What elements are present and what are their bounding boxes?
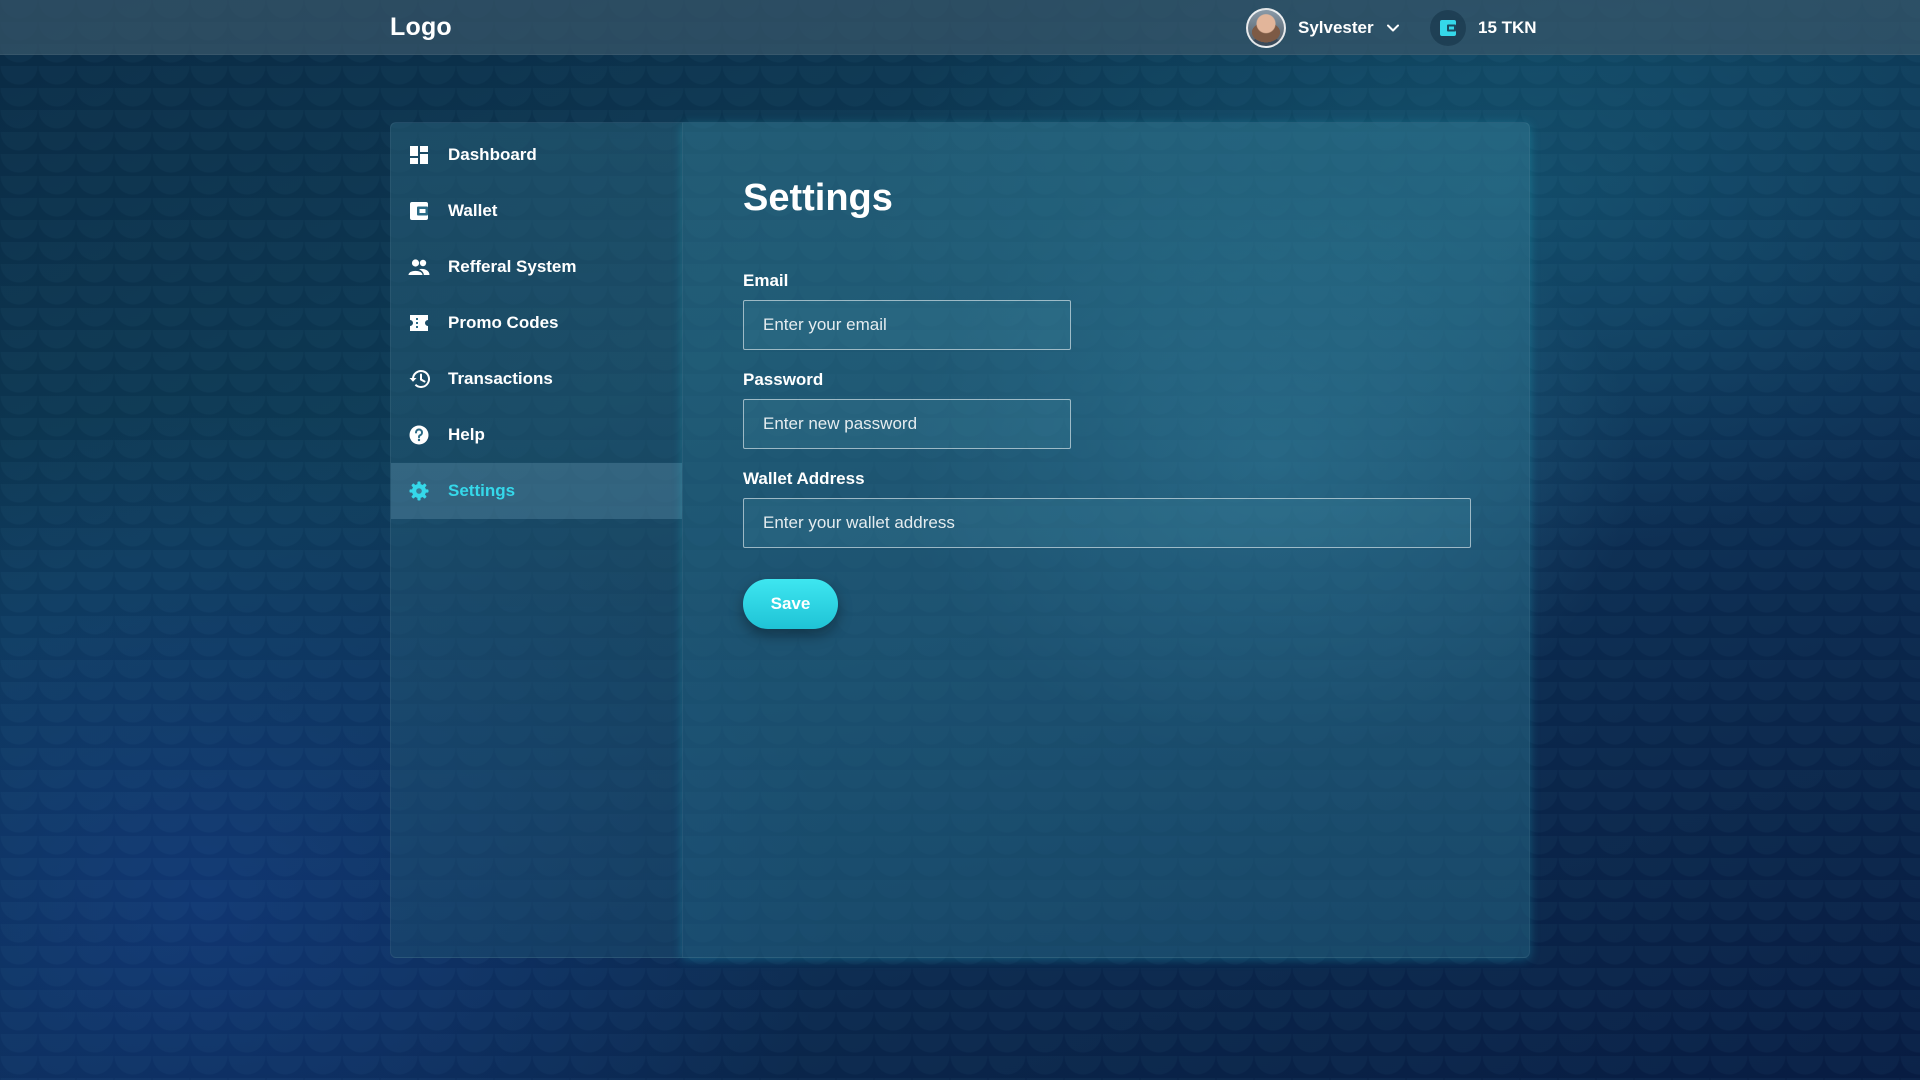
sidebar-item-referral-system[interactable]: Refferal System — [391, 239, 682, 295]
password-field[interactable] — [743, 399, 1071, 449]
sidebar-item-label: Transactions — [448, 369, 553, 388]
sidebar-item-label: Dashboard — [448, 145, 537, 164]
user-menu[interactable]: Sylvester — [1246, 7, 1400, 48]
user-avatar — [1246, 7, 1286, 48]
wallet-address-field[interactable] — [743, 498, 1471, 548]
gear-icon — [408, 480, 430, 502]
sidebar-item-label: Help — [448, 425, 485, 444]
ticket-icon — [408, 312, 430, 334]
sidebar-item-promo-codes[interactable]: Promo Codes — [391, 295, 682, 351]
people-icon — [408, 256, 430, 278]
token-amount: 15 TKN — [1478, 17, 1537, 37]
top-bar: Logo Sylvester 15 TKN — [0, 0, 1920, 55]
wallet-icon — [408, 200, 430, 222]
sidebar-item-label: Settings — [448, 481, 516, 500]
sidebar-item-transactions[interactable]: Transactions — [391, 351, 682, 407]
token-balance[interactable]: 15 TKN — [1430, 9, 1537, 46]
sidebar-item-help[interactable]: Help — [391, 407, 682, 463]
email-label: Email — [743, 271, 789, 290]
page-title: Settings — [743, 177, 893, 219]
email-field[interactable] — [743, 300, 1071, 350]
dashboard-icon — [408, 144, 430, 166]
sidebar-item-wallet[interactable]: Wallet — [391, 183, 682, 239]
help-icon — [408, 424, 430, 446]
save-button[interactable]: Save — [743, 579, 838, 629]
sidebar-item-label: Refferal System — [448, 257, 577, 276]
wallet-address-label: Wallet Address — [743, 469, 865, 488]
logo[interactable]: Logo — [390, 13, 452, 42]
wallet-icon — [1430, 9, 1466, 46]
sidebar: Dashboard Wallet Refferal System Promo C… — [390, 122, 682, 958]
user-name: Sylvester — [1298, 17, 1374, 37]
sidebar-item-label: Promo Codes — [448, 313, 559, 332]
password-label: Password — [743, 370, 824, 389]
sidebar-item-dashboard[interactable]: Dashboard — [391, 127, 682, 183]
history-icon — [408, 368, 430, 390]
settings-panel: Settings Email Password Wallet Address S… — [682, 122, 1530, 958]
sidebar-item-label: Wallet — [448, 201, 498, 220]
chevron-down-icon — [1386, 24, 1399, 31]
sidebar-item-settings[interactable]: Settings — [391, 463, 682, 519]
